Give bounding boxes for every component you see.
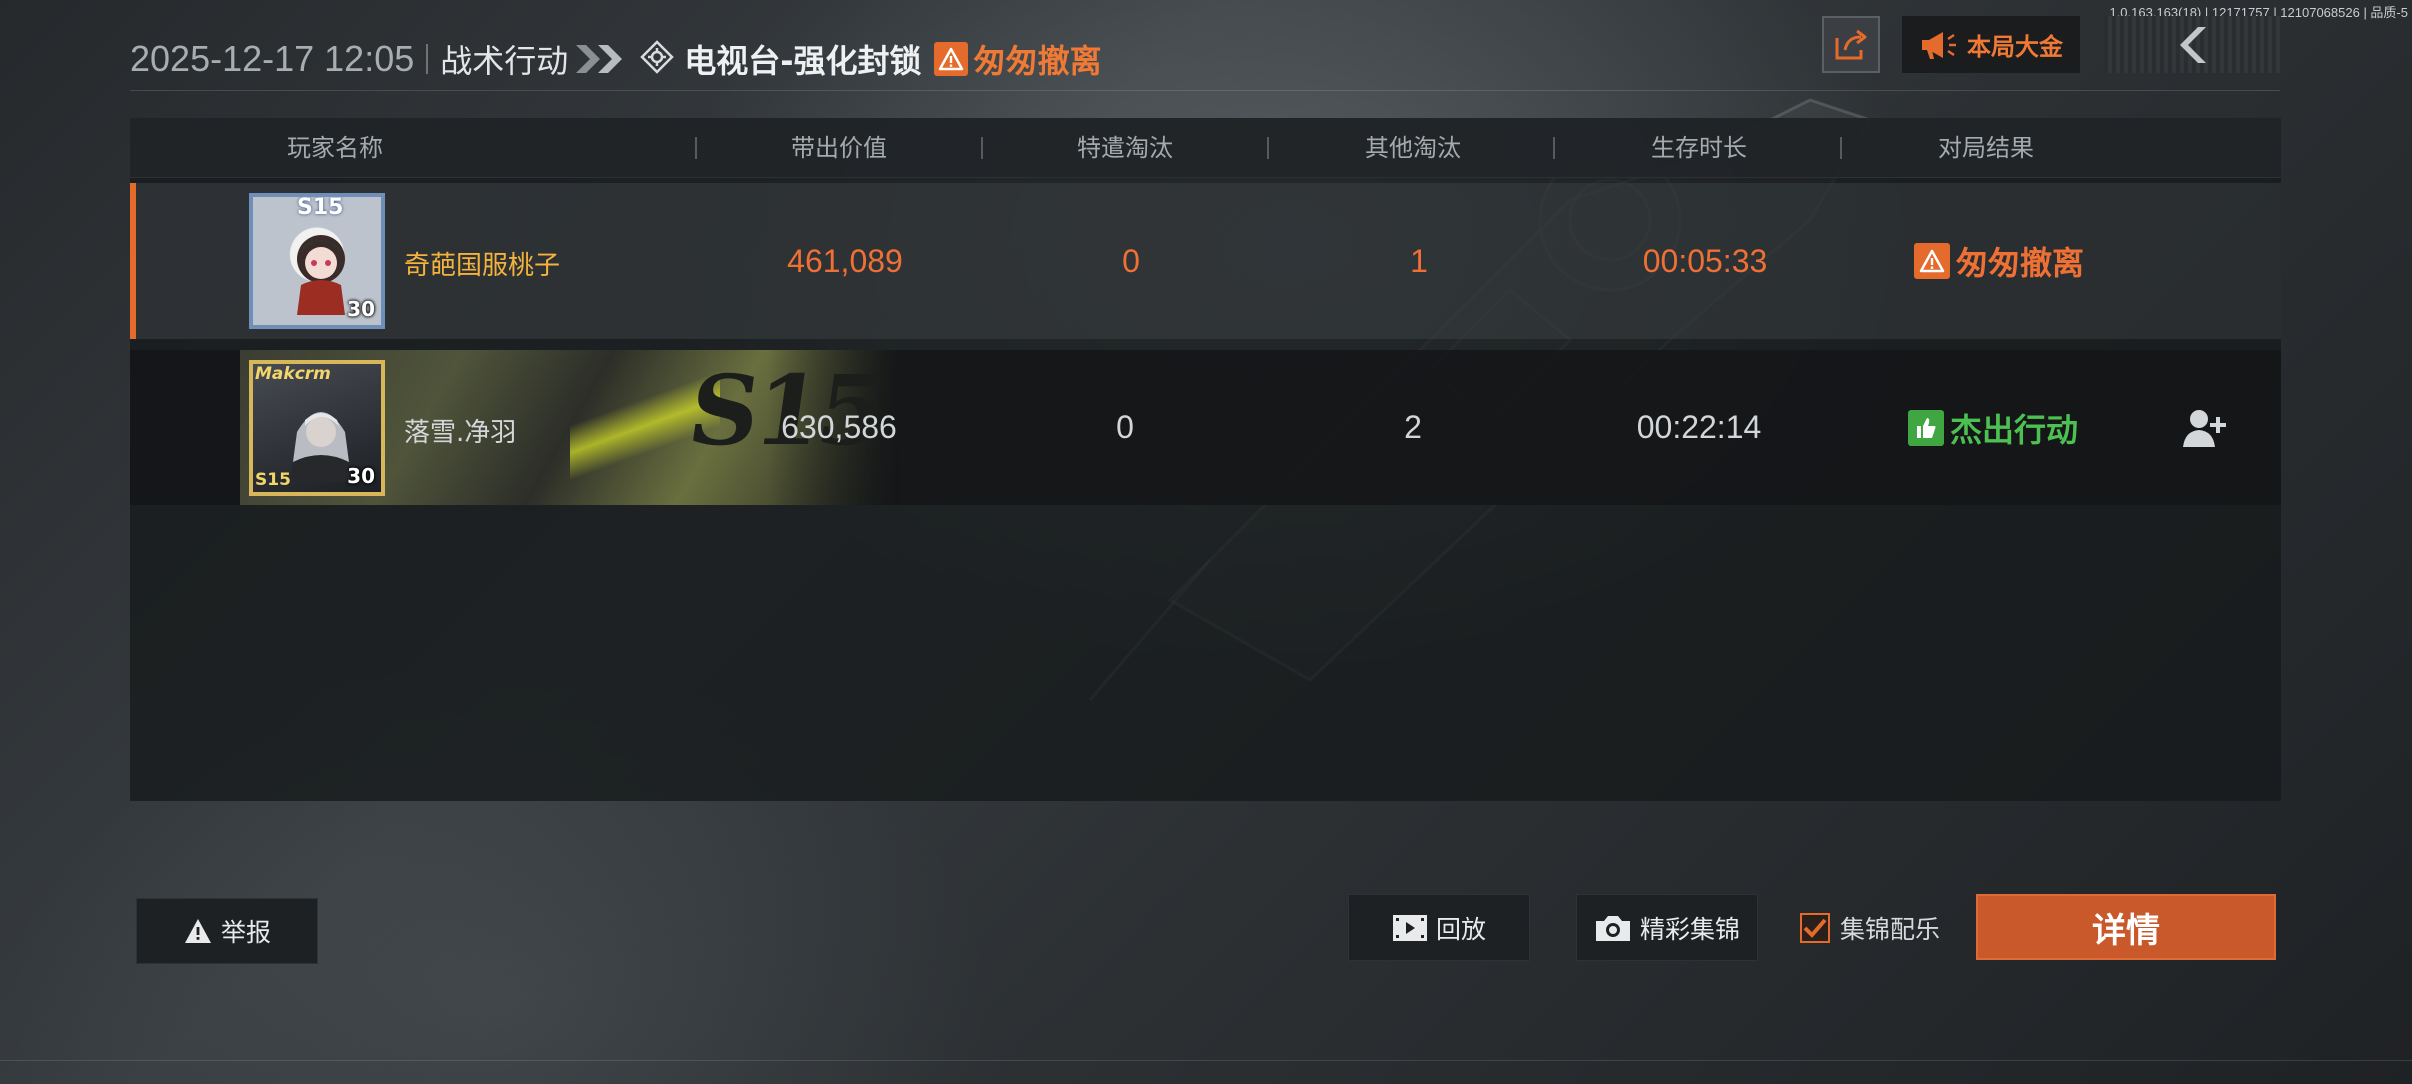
back-button[interactable]: [2104, 16, 2280, 73]
map-name: 电视台-强化封锁: [684, 42, 922, 80]
table-header: 玩家名称 带出价值 特遣淘汰 其他淘汰 生存时长 对局结果: [130, 118, 2281, 178]
details-button[interactable]: 详情: [1976, 894, 2276, 960]
extracted-value: 630,586: [781, 409, 897, 445]
highlights-label: 精彩集锦: [1639, 914, 1740, 944]
col-other-kills: 其他淘汰: [1365, 134, 1461, 162]
player-name: 落雪.净羽: [404, 418, 517, 448]
scoreboard-table: 玩家名称 带出价值 特遣淘汰 其他淘汰 生存时长 对局结果 S15 30 奇葩国…: [130, 118, 2281, 801]
replay-button[interactable]: 回放: [1348, 894, 1530, 961]
player-name: 奇葩国服桃子: [404, 251, 561, 281]
col-extracted-value: 带出价值: [791, 134, 887, 162]
highlights-button[interactable]: 精彩集锦: [1576, 894, 1758, 961]
thumbs-up-icon: [1908, 410, 1944, 446]
chevron-left-icon: [2180, 26, 2206, 63]
checkmark-icon: [1803, 918, 1827, 938]
camera-icon: [1595, 915, 1630, 941]
report-button[interactable]: 举报: [136, 898, 318, 964]
match-result-text: 杰出行动: [1950, 411, 2079, 449]
operator-kills: 0: [1122, 243, 1140, 279]
diamond-crosshair-icon: [640, 40, 675, 78]
match-datetime: 2025-12-17 12:05: [130, 38, 415, 79]
double-chevron-icon: [574, 43, 626, 75]
match-result-text: 匆匆撤离: [1956, 244, 2085, 282]
match-mode: 战术行动: [440, 42, 569, 80]
player-level: 30: [347, 297, 375, 321]
season-badge: S15: [255, 470, 291, 490]
avatar-tag: Makcrm: [255, 364, 331, 384]
add-friend-icon: [2183, 410, 2226, 447]
match-result: 杰出行动: [1908, 350, 2078, 506]
col-operator-kills: 特遣淘汰: [1077, 134, 1173, 162]
share-icon: [1835, 29, 1867, 59]
avatar[interactable]: S15 30: [249, 193, 385, 329]
table-row[interactable]: S15 Makcrm S15 30 落雪.净羽 630,586 0 2 00:2…: [130, 350, 2281, 505]
warning-icon: [933, 42, 968, 76]
film-icon: [1392, 914, 1427, 941]
bottom-divider: [0, 1060, 2412, 1061]
col-match-result: 对局结果: [1938, 134, 2034, 162]
header-divider: [1553, 137, 1555, 159]
header-divider: [1267, 137, 1269, 159]
megaphone-icon: [1922, 31, 1956, 59]
match-pot-button[interactable]: 本局大金: [1902, 16, 2080, 73]
match-result: 匆匆撤离: [1914, 183, 2084, 339]
extracted-value: 461,089: [787, 243, 903, 279]
season-badge: S15: [297, 195, 344, 220]
music-label: 集锦配乐: [1840, 915, 1941, 944]
header-divider: [695, 137, 697, 159]
add-friend-button[interactable]: [2180, 406, 2228, 450]
col-survival-time: 生存时长: [1651, 134, 1747, 162]
avatar[interactable]: Makcrm S15 30: [249, 360, 385, 496]
report-label: 举报: [220, 918, 271, 947]
warning-icon: [184, 919, 211, 943]
replay-label: 回放: [1435, 914, 1486, 944]
match-pot-label: 本局大金: [1967, 33, 2063, 61]
header-underline: [130, 90, 2280, 91]
music-checkbox[interactable]: [1800, 913, 1830, 943]
player-level: 30: [347, 464, 375, 488]
survival-time: 00:22:14: [1636, 409, 1762, 445]
highlight-music-toggle[interactable]: 集锦配乐: [1800, 910, 1940, 946]
details-label: 详情: [2092, 910, 2160, 951]
operator-kills: 0: [1116, 409, 1134, 445]
survival-time: 00:05:33: [1642, 243, 1768, 279]
table-row[interactable]: S15 30 奇葩国服桃子 461,089 0 1 00:05:33 匆匆撤离: [130, 183, 2281, 339]
header-result-text: 匆匆撤离: [973, 42, 1102, 80]
warning-icon: [1914, 243, 1950, 279]
header-result: 匆匆撤离: [933, 36, 1102, 82]
col-player-name: 玩家名称: [287, 134, 383, 162]
header-divider: [426, 44, 429, 74]
share-button[interactable]: [1822, 16, 1880, 73]
header-divider: [981, 137, 983, 159]
other-kills: 2: [1404, 409, 1422, 445]
match-header: 2025-12-17 12:05 战术行动 电视台-强化封锁 匆匆撤离: [130, 34, 1102, 84]
other-kills: 1: [1410, 243, 1428, 279]
header-divider: [1840, 137, 1842, 159]
